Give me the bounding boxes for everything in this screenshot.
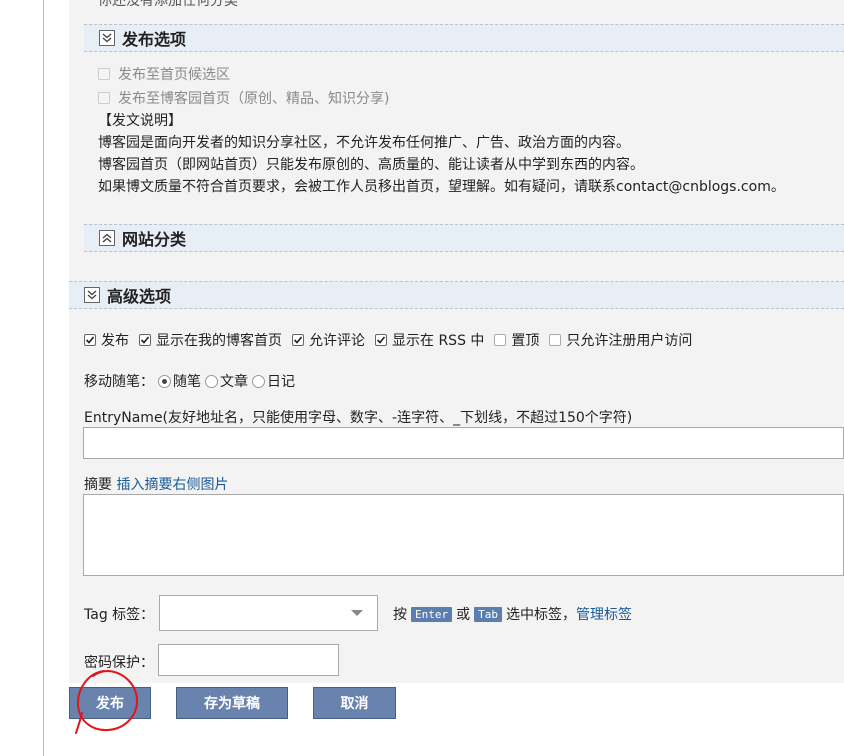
note-line: 如果博文质量不符合首页要求，会被工作人员移出首页，望理解。如有疑问，请联系con…	[98, 179, 785, 195]
advanced-checkbox-row: 发布 显示在我的博客首页 允许评论 显示在 RSS 中 置顶 只允许注册用户访问	[84, 330, 702, 350]
summary-textarea[interactable]	[83, 494, 844, 576]
cancel-button[interactable]: 取消	[313, 687, 396, 719]
publish-candidate-option[interactable]: 发布至首页候选区	[98, 64, 230, 84]
radio-unselected[interactable]	[252, 374, 265, 388]
checkbox-unchecked[interactable]	[494, 334, 507, 346]
dropdown-arrow-icon[interactable]	[351, 610, 363, 616]
summary-label-row: 摘要 插入摘要右侧图片	[84, 474, 228, 494]
checkbox-checked[interactable]	[375, 334, 387, 346]
manage-tags-link[interactable]: 管理标签	[576, 604, 632, 624]
tag-hint-text: 或	[456, 607, 471, 623]
left-border-line	[43, 0, 44, 756]
advanced-options-title: 高级选项	[107, 287, 172, 306]
tab-key-badge: Tab	[474, 606, 502, 622]
entry-name-label: EntryName(友好地址名，只能使用字母、数字、-连字符、_下划线，不超过1…	[84, 410, 633, 426]
publish-options-header[interactable]: 发布选项	[84, 24, 844, 52]
site-category-header[interactable]: 网站分类	[84, 224, 844, 252]
option-show-in-rss[interactable]: 显示在 RSS 中	[375, 330, 484, 350]
option-publish[interactable]: 发布	[84, 330, 129, 350]
entry-name-input[interactable]	[83, 427, 844, 459]
option-label: 发布	[101, 333, 129, 349]
insert-summary-image-link[interactable]: 插入摘要右侧图片	[116, 477, 228, 493]
option-allow-comments[interactable]: 允许评论	[292, 330, 365, 350]
radio-label: 日记	[267, 374, 295, 390]
radio-label: 随笔	[173, 374, 201, 390]
move-post-row: 移动随笔： 随笔 文章 日记	[84, 371, 295, 391]
option-label: 显示在我的博客首页	[156, 333, 282, 349]
advanced-options-header[interactable]: 高级选项	[69, 281, 844, 309]
checkbox-checked[interactable]	[84, 334, 96, 346]
publish-homepage-option[interactable]: 发布至博客园首页（原创、精品、知识分享)	[98, 88, 389, 108]
publish-homepage-checkbox[interactable]	[98, 92, 110, 104]
option-label: 置顶	[511, 333, 540, 349]
note-line: 博客园首页（即网站首页）只能发布原创的、高质量的、能让读者从中学到东西的内容。	[98, 157, 644, 173]
summary-label: 摘要	[84, 477, 112, 493]
move-post-label: 移动随笔：	[84, 374, 154, 390]
option-pin-top[interactable]: 置顶	[494, 330, 539, 350]
option-show-on-blog-home[interactable]: 显示在我的博客首页	[139, 330, 282, 350]
tag-hint: 按 Enter 或 Tab 选中标签， 管理标签	[393, 604, 632, 624]
option-label: 只允许注册用户访问	[566, 333, 693, 349]
publish-homepage-label: 发布至博客园首页（原创、精品、知识分享)	[118, 91, 390, 107]
radio-label: 文章	[220, 374, 248, 390]
checkbox-unchecked[interactable]	[549, 334, 562, 346]
option-label: 允许评论	[309, 333, 365, 349]
note-line: 博客园是面向开发者的知识分享社区，不允许发布任何推广、广告、政治方面的内容。	[98, 135, 630, 151]
checkbox-checked[interactable]	[292, 334, 304, 346]
red-circle-annotation	[75, 669, 139, 734]
checkbox-checked[interactable]	[139, 334, 151, 346]
tag-label: Tag 标签：	[84, 607, 155, 623]
password-input[interactable]	[158, 644, 339, 676]
enter-key-badge: Enter	[411, 606, 453, 622]
tag-hint-text: 选中标签，	[506, 607, 576, 623]
tag-select[interactable]	[159, 595, 378, 631]
expand-icon[interactable]	[99, 230, 115, 246]
collapse-icon[interactable]	[84, 287, 100, 303]
save-draft-button[interactable]: 存为草稿	[176, 687, 288, 719]
radio-selected[interactable]	[158, 374, 171, 388]
tag-hint-text: 按	[393, 607, 407, 623]
publish-candidate-checkbox[interactable]	[98, 68, 110, 80]
publish-options-title: 发布选项	[122, 30, 187, 49]
collapse-icon[interactable]	[99, 30, 115, 46]
radio-unselected[interactable]	[205, 374, 218, 388]
no-category-text: 你还没有添加任何分类	[98, 0, 238, 9]
option-registered-only[interactable]: 只允许注册用户访问	[549, 330, 692, 350]
publish-candidate-label: 发布至首页候选区	[118, 67, 230, 83]
option-label: 显示在 RSS 中	[392, 333, 485, 349]
note-heading: 【发文说明】	[98, 113, 182, 129]
site-category-title: 网站分类	[122, 230, 187, 249]
